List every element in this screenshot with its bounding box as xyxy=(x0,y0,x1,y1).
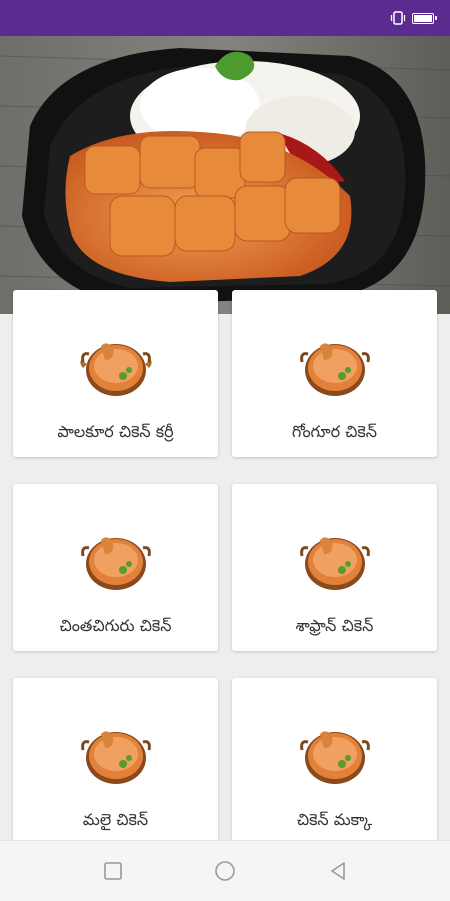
curry-pot-icon xyxy=(81,731,151,784)
recipe-title: శాఫ్రాన్ చికెన్ xyxy=(295,616,374,635)
recipe-card[interactable]: చికెన్ మక్కా xyxy=(232,678,437,845)
curry-pot-icon xyxy=(300,537,370,590)
back-button[interactable] xyxy=(327,860,349,882)
status-bar xyxy=(0,0,450,36)
recipe-card[interactable]: చింతచిగురు చికెన్ xyxy=(13,484,218,651)
circle-icon xyxy=(215,861,235,881)
recents-button[interactable] xyxy=(102,860,124,882)
recipe-title: చింతచిగురు చికెన్ xyxy=(59,616,172,635)
curry-pot-icon xyxy=(80,343,152,396)
recipe-card[interactable]: మలై చికెన్ xyxy=(13,678,218,845)
triangle-back-icon xyxy=(331,862,345,880)
square-icon xyxy=(104,862,122,880)
curry-pot-icon xyxy=(300,343,370,396)
status-icons xyxy=(390,11,437,25)
recipe-title: గోంగూర చికెన్ xyxy=(291,422,377,441)
curry-pot-icon xyxy=(300,731,370,784)
recipe-title: పాలకూర చికెన్ కర్రీ xyxy=(57,422,174,441)
recipe-title: మలై చికెన్ xyxy=(82,810,149,829)
recipe-card[interactable]: శాఫ్రాన్ చికెన్ xyxy=(232,484,437,651)
recipe-title: చికెన్ మక్కా xyxy=(296,810,373,829)
recipe-card[interactable]: పాలకూర చికెన్ కర్రీ xyxy=(13,290,218,457)
curry-pot-icon xyxy=(81,537,151,590)
recipe-grid: పాలకూర చికెన్ కర్రీ గోంగూర చికెన్ చింతచి… xyxy=(0,290,450,845)
battery-icon xyxy=(412,12,437,24)
navigation-bar xyxy=(0,840,450,901)
recipe-card[interactable]: గోంగూర చికెన్ xyxy=(232,290,437,457)
vibrate-icon xyxy=(390,11,406,25)
hero-image xyxy=(0,36,450,314)
home-button[interactable] xyxy=(214,860,236,882)
